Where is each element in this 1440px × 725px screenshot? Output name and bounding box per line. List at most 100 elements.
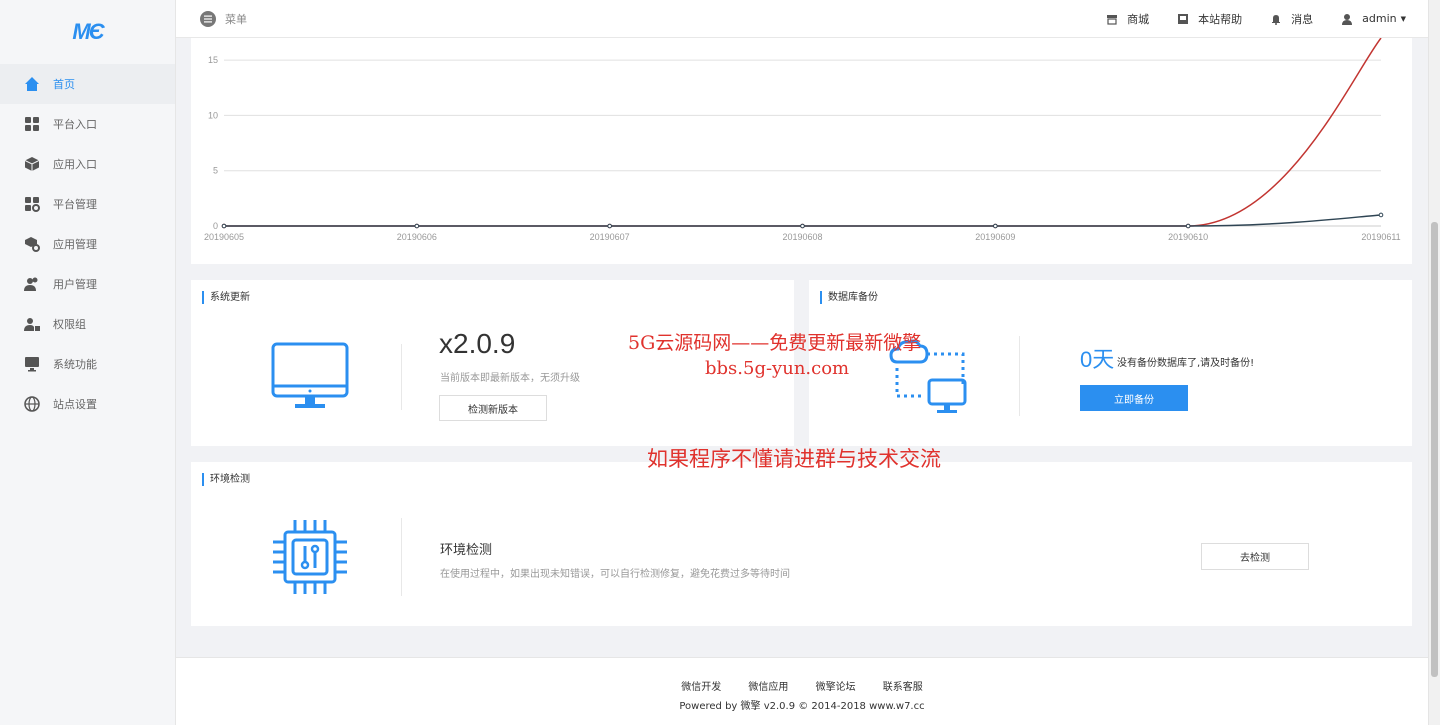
footer: 微信开发 微信应用 微擎论坛 联系客服 Powered by 微擎 v2.0.9… [176, 657, 1428, 725]
footer-link[interactable]: 微信应用 [748, 682, 788, 693]
env-check-description: 在使用过程中，如果出现未知错误，可以自行检测修复，避免花费过多等待时间 [440, 569, 790, 580]
logo[interactable]: MЄ [0, 0, 175, 64]
divider [401, 344, 402, 410]
home-icon [24, 76, 40, 92]
sidebar-item-label: 应用入口 [53, 158, 97, 171]
grid-gear-icon [24, 196, 40, 212]
help-icon [1177, 13, 1189, 25]
bell-icon [1270, 13, 1282, 25]
x-tick-label: 20190611 [1361, 232, 1400, 242]
environment-check-panel: 环境检测 环境检测 在使用过程中，如果出现未知错误，可以自行检测修复，避免花费过… [191, 462, 1412, 626]
x-tick-label: 20190608 [782, 232, 822, 242]
sidebar-item-label: 站点设置 [53, 398, 97, 411]
chevron-down-icon: ▼ [1400, 14, 1406, 23]
cube-icon [24, 156, 40, 172]
system-update-panel: 系统更新 x2.0.9 当前版本即最新版本，无须升级 检测新版本 [191, 280, 794, 446]
menu-toggle[interactable]: 菜单 [200, 10, 247, 27]
footer-link[interactable]: 微信开发 [681, 682, 721, 693]
data-point [800, 223, 805, 229]
x-tick-label: 20190607 [590, 232, 630, 242]
cube-gear-icon [24, 236, 40, 252]
shop-label: 商城 [1127, 12, 1150, 26]
sidebar-item-7[interactable]: 系统功能 [0, 344, 175, 384]
menu-label: 菜单 [225, 12, 247, 26]
x-tick-label: 20190610 [1168, 232, 1208, 242]
user-menu[interactable]: admin ▼ [1341, 12, 1406, 25]
sidebar-item-2[interactable]: 应用入口 [0, 144, 175, 184]
version-note: 当前版本即最新版本，无须升级 [440, 373, 580, 384]
shop-icon [1106, 13, 1118, 25]
watermark-url: bbs.5g-yun.com [705, 358, 850, 379]
sidebar-item-label: 系统功能 [53, 358, 97, 371]
y-tick-label: 5 [213, 166, 218, 176]
sidebar-item-3[interactable]: 平台管理 [0, 184, 175, 224]
y-tick-label: 15 [208, 55, 218, 65]
sidebar-item-label: 平台入口 [53, 118, 97, 131]
x-tick-label: 20190606 [397, 232, 437, 242]
footer-links: 微信开发 微信应用 微擎论坛 联系客服 [176, 678, 1428, 693]
divider [1019, 336, 1020, 416]
sidebar-item-0[interactable]: 首页 [0, 64, 175, 104]
sidebar-item-1[interactable]: 平台入口 [0, 104, 175, 144]
scrollbar[interactable] [1428, 0, 1440, 725]
menu-icon [200, 10, 216, 27]
backup-note: 没有备份数据库了,请及时备份! [1117, 358, 1255, 369]
sidebar-item-label: 用户管理 [53, 278, 97, 291]
sidebar-item-label: 应用管理 [53, 238, 97, 251]
check-update-button[interactable]: 检测新版本 [439, 395, 547, 421]
backup-now-button[interactable]: 立即备份 [1080, 385, 1188, 411]
monitor-icon [24, 356, 40, 372]
watermark-text: 5G云源码网——免费更新最新微擎 [628, 332, 922, 354]
backup-days: 0天 [1080, 347, 1115, 372]
header-links: 商城 本站帮助 消息 admin ▼ [1078, 11, 1406, 27]
x-tick-label: 20190609 [975, 232, 1015, 242]
database-backup-panel: 数据库备份 0天 没有备份数据库了,请及时备份! 立即备份 [809, 280, 1412, 446]
section-title: 环境检测 [202, 473, 250, 486]
sidebar-item-label: 首页 [53, 78, 75, 91]
footer-link[interactable]: 联系客服 [883, 682, 923, 693]
scroll-thumb[interactable] [1431, 222, 1438, 677]
section-title: 数据库备份 [820, 291, 878, 304]
section-title: 系统更新 [202, 291, 250, 304]
line-chart: 0 5 10 15 20190605 20190606 20190607 20190608 20… [204, 37, 1401, 242]
powered-by: Powered by 微擎 v2.0.9 © 2014-2018 www.w7.… [679, 701, 925, 712]
top-header: 菜单 商城 本站帮助 消息 admin ▼ [176, 0, 1428, 38]
data-point [607, 223, 612, 229]
message-link[interactable]: 消息 [1270, 11, 1313, 27]
chip-icon [271, 518, 349, 600]
monitor-icon [271, 342, 349, 414]
logo-text: MЄ [72, 19, 104, 44]
footer-link[interactable]: 微擎论坛 [816, 682, 856, 693]
y-tick-label: 0 [213, 221, 218, 231]
grid-icon [24, 116, 40, 132]
watermark-text: 如果程序不懂请进群与技术交流 [647, 447, 941, 471]
sidebar-item-4[interactable]: 应用管理 [0, 224, 175, 264]
shop-link[interactable]: 商城 [1106, 11, 1149, 27]
sidebar-item-8[interactable]: 站点设置 [0, 384, 175, 424]
user-label: admin [1362, 12, 1397, 25]
series-line [224, 37, 1382, 227]
users-icon [24, 276, 40, 292]
user-lock-icon [24, 316, 40, 332]
version-number: x2.0.9 [439, 328, 516, 359]
message-label: 消息 [1291, 12, 1314, 26]
sidebar: MЄ 首页平台入口应用入口平台管理应用管理用户管理权限组系统功能站点设置 [0, 0, 176, 725]
data-point [1378, 212, 1384, 218]
sidebar-item-5[interactable]: 用户管理 [0, 264, 175, 304]
chart-panel: 0 5 10 15 20190605 20190606 20190607 20190608 20… [191, 37, 1412, 264]
user-icon [1341, 13, 1353, 25]
sidebar-item-6[interactable]: 权限组 [0, 304, 175, 344]
data-point [1185, 223, 1191, 229]
y-tick-label: 10 [208, 110, 218, 120]
data-point [414, 223, 420, 229]
help-link[interactable]: 本站帮助 [1177, 11, 1242, 27]
data-point [993, 223, 998, 229]
globe-icon [24, 396, 40, 412]
go-check-button[interactable]: 去检测 [1201, 543, 1309, 570]
x-tick-label: 20190605 [204, 232, 244, 242]
help-label: 本站帮助 [1198, 12, 1243, 26]
sidebar-item-label: 权限组 [53, 318, 86, 331]
data-point [221, 223, 227, 229]
env-check-title: 环境检测 [440, 543, 493, 558]
sidebar-item-label: 平台管理 [53, 198, 97, 211]
